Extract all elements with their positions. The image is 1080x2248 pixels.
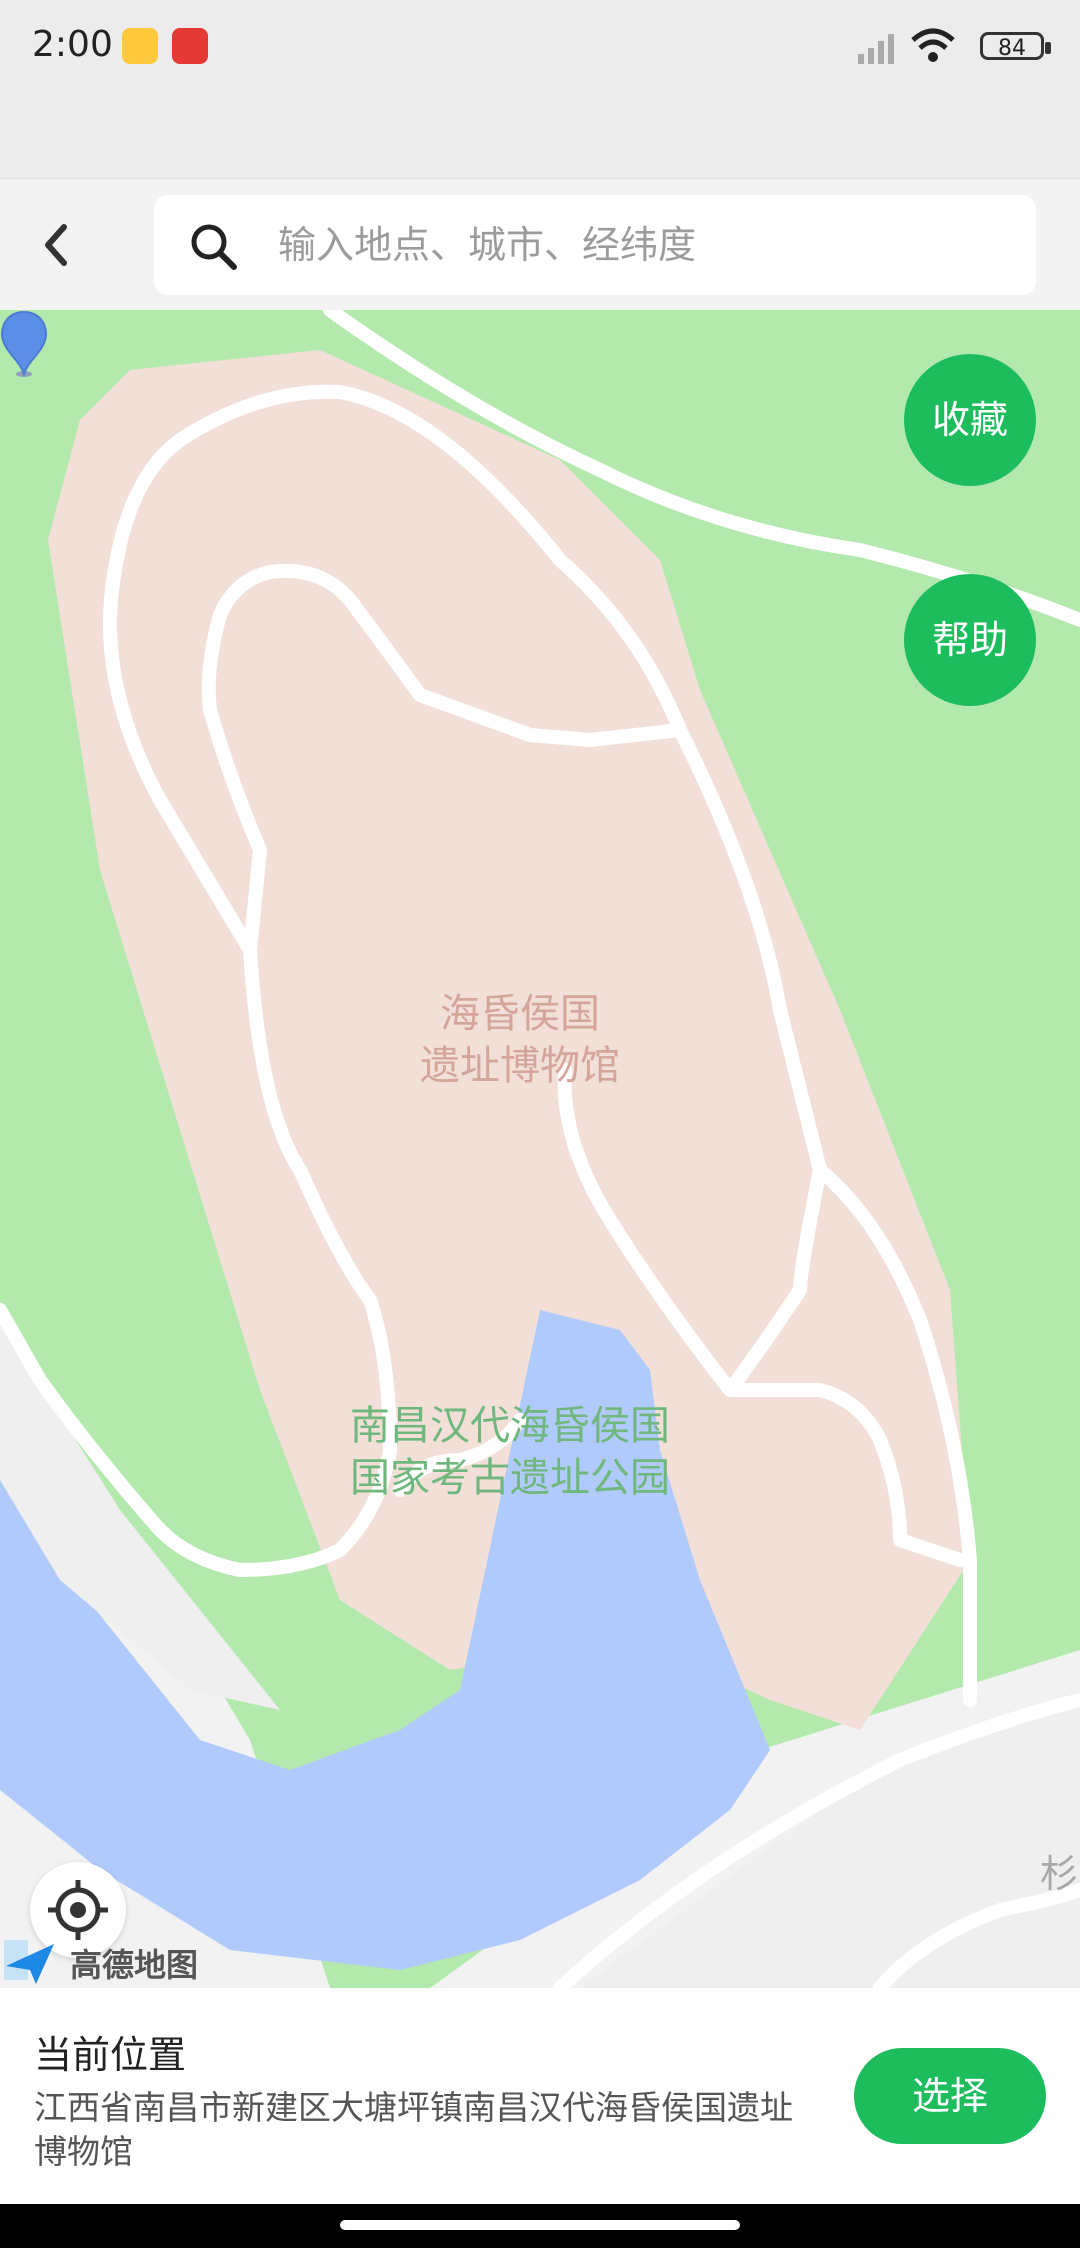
wifi-icon xyxy=(911,28,955,62)
map-label-line: 南昌汉代海昏侯国 xyxy=(350,1403,670,1449)
amap-logo-icon xyxy=(4,1940,54,1984)
system-nav-bar xyxy=(0,2204,1080,2248)
notification-app-icon xyxy=(122,28,158,64)
map-label-line: 海昏侯国 xyxy=(440,991,600,1037)
battery-icon: 84 xyxy=(980,32,1051,61)
back-button[interactable] xyxy=(34,217,78,273)
search-icon xyxy=(191,224,237,270)
favorite-button[interactable]: 收藏 xyxy=(904,354,1036,486)
help-button[interactable]: 帮助 xyxy=(904,574,1036,706)
map-label-edge: 杉 xyxy=(1040,1852,1079,1896)
signal-icon xyxy=(858,34,894,64)
map-label-park: 南昌汉代海昏侯国 国家考古遗址公园 xyxy=(300,1400,720,1504)
search-input[interactable] xyxy=(278,195,998,295)
current-location-title: 当前位置 xyxy=(34,2033,187,2077)
current-location-address: 江西省南昌市新建区大塘坪镇南昌汉代海昏侯国遗址博物馆 xyxy=(34,2088,793,2171)
location-panel: 当前位置 江西省南昌市新建区大塘坪镇南昌汉代海昏侯国遗址博物馆 选择 xyxy=(0,1988,1080,2204)
home-indicator[interactable] xyxy=(340,2220,740,2230)
map-view[interactable]: 海昏侯国 遗址博物馆 南昌汉代海昏侯国 国家考古遗址公园 杉 收藏 帮助 高德地… xyxy=(0,310,1080,1988)
location-pin-icon[interactable] xyxy=(0,310,48,380)
search-box[interactable] xyxy=(154,195,1036,295)
map-canvas xyxy=(0,310,1080,1988)
map-label-museum: 海昏侯国 遗址博物馆 xyxy=(340,988,700,1092)
notification-app-icon xyxy=(172,28,208,64)
map-label-line: 遗址博物馆 xyxy=(420,1043,620,1089)
select-button[interactable]: 选择 xyxy=(854,2048,1046,2144)
map-brand: 高德地图 xyxy=(0,1936,220,1988)
map-label-line: 国家考古遗址公园 xyxy=(350,1455,670,1501)
status-bar: 2:00 84 xyxy=(0,0,1080,96)
search-header xyxy=(0,178,1080,311)
status-time: 2:00 xyxy=(32,24,113,65)
map-brand-text: 高德地图 xyxy=(70,1946,199,1984)
